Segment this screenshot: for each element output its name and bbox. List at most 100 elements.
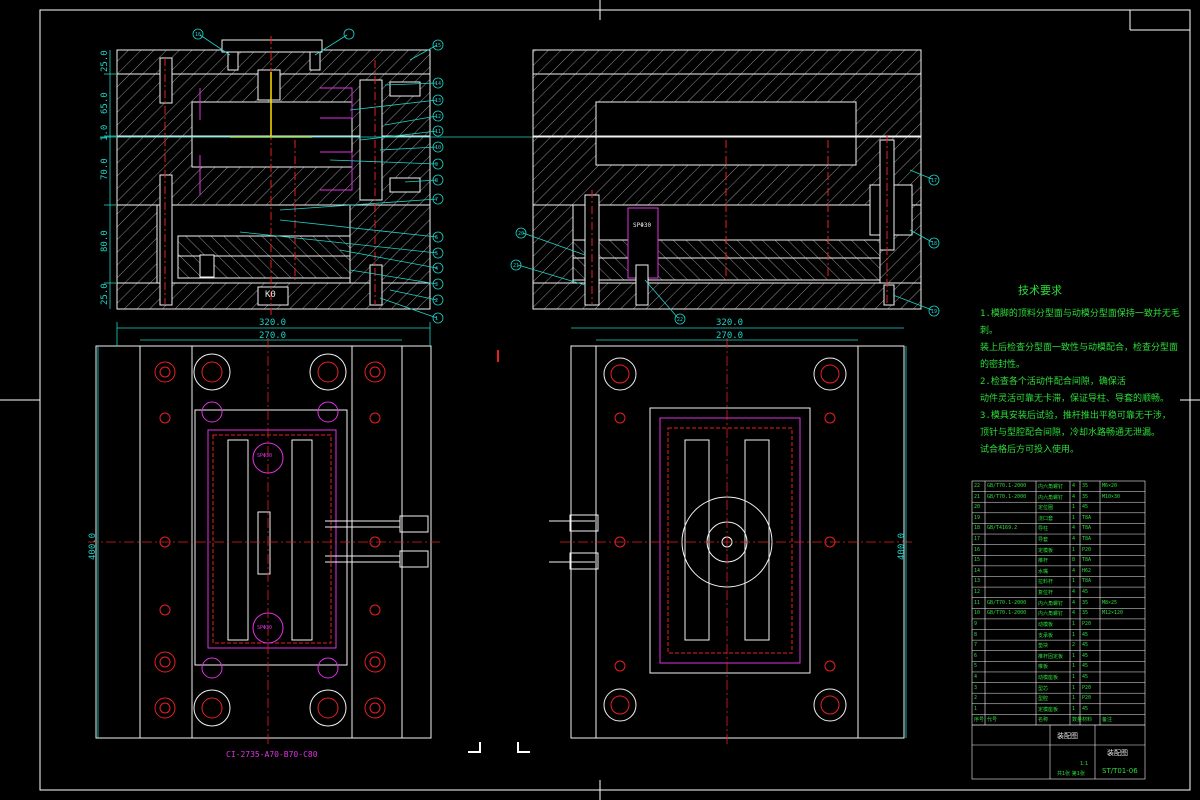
bom-cell-name: 型芯 — [1038, 685, 1049, 692]
balloon-number: 10 — [435, 145, 442, 151]
bom-cell-note: M8×25 — [1102, 599, 1118, 606]
bom-cell-name: 定模板 — [1038, 547, 1054, 554]
bom-row: 11 GB/T70.1-2000 内六角螺钉 4 35 M8×25 — [972, 598, 1145, 609]
balloon-number: 16 — [195, 32, 202, 38]
bom-cell-mat: 45 — [1082, 631, 1089, 638]
bom-cell-no: 15 — [974, 557, 981, 564]
bom-cell-qty: 2 — [1072, 642, 1076, 649]
bom-cell-mat: P20 — [1082, 695, 1092, 702]
bom-cell-no: 9 — [974, 620, 978, 627]
balloon-number: 9 — [435, 162, 439, 168]
bom-cell-no: 序号 — [974, 717, 985, 724]
bom-row: 12 复位杆 4 45 — [972, 587, 1145, 598]
bom-cell-no: 11 — [974, 599, 981, 606]
bom-cell-mat: T8A — [1082, 525, 1092, 532]
bom-cell-name: 动模板 — [1038, 621, 1054, 628]
title-block-name-right: 装配图 — [1107, 749, 1128, 757]
bom-cell-name: 推板 — [1038, 664, 1049, 671]
title-block: 装配图 装配图 ST/T01-06 1:1 共1张 第1张 — [972, 725, 1145, 780]
bom-row: 21 GB/T70.1-2000 内六角螺钉 4 35 M10×30 — [972, 492, 1145, 503]
bom-row: 2 型腔 1 P20 — [972, 693, 1145, 704]
balloon-number: 8 — [435, 178, 439, 184]
bom-cell-no: 16 — [974, 546, 981, 553]
bom-cell-mat: T8A — [1082, 514, 1092, 521]
bom-row: 3 型芯 1 P20 — [972, 683, 1145, 694]
bom-cell-no: 17 — [974, 536, 981, 543]
bom-cell-qty: 4 — [1072, 525, 1076, 532]
balloon-number: 12 — [435, 114, 442, 120]
dim-sec-1: 25.0 — [100, 50, 110, 72]
bom-cell-name: 浇口套 — [1038, 515, 1054, 522]
bom-cell-mat: H62 — [1082, 567, 1092, 574]
bom-cell-mat: P20 — [1082, 620, 1092, 627]
dim-sec-5: 80.0 — [100, 230, 110, 252]
bom-row: 5 推板 1 45 — [972, 661, 1145, 672]
bom-cell-name: 名称 — [1038, 717, 1049, 724]
bom-cell-qty: 4 — [1072, 589, 1076, 596]
bom-row: 19 浇口套 1 T8A — [972, 513, 1145, 524]
bom-cell-qty: 1 — [1072, 504, 1076, 511]
bom-cell-name: 内六角螺钉 — [1038, 611, 1064, 618]
bom-cell-no: 5 — [974, 663, 978, 670]
title-block-drawing-no: ST/T01-06 — [1102, 767, 1138, 775]
bom-cell-name: 复位杆 — [1038, 590, 1054, 597]
bom-cell-name: 推杆固定板 — [1038, 653, 1064, 660]
bom-cell-code: GB/T70.1-2000 — [987, 493, 1027, 500]
spacer-block-left — [116, 204, 158, 284]
bom-row: 13 拉料杆 1 T8A — [972, 576, 1145, 587]
left-plan-dims — [97, 322, 431, 738]
bom-cell-name: 导柱 — [1038, 526, 1049, 533]
bom-cell-name: 型腔 — [1038, 696, 1049, 703]
dim-sec-3: 1.0 — [100, 124, 110, 141]
bom-cell-mat: 35 — [1082, 610, 1089, 617]
bom-row: 15 推杆 8 T8A — [972, 555, 1145, 566]
bom-cell-name: 推杆 — [1038, 558, 1049, 565]
technical-requirements: 技术要求 1.模脚的顶料分型面与动模分型面保持一致并无毛刺。 装上后检查分型面一… — [980, 282, 1180, 459]
bom-cell-qty: 1 — [1072, 546, 1076, 553]
bom-cell-no: 20 — [974, 504, 981, 511]
bom-cell-qty: 1 — [1072, 514, 1076, 521]
bom-cell-mat: T8A — [1082, 557, 1092, 564]
balloon-number: 14 — [435, 81, 442, 87]
bom-cell-note: M12×120 — [1102, 610, 1124, 617]
bom-cell-name: 水嘴 — [1038, 568, 1049, 575]
bom-cell-qty: 1 — [1072, 673, 1076, 680]
bom-cell-mat: 45 — [1082, 642, 1089, 649]
bom-cell-qty: 1 — [1072, 652, 1076, 659]
bom-cell-mat: 材料 — [1082, 717, 1093, 724]
bom-cell-name: 支承板 — [1038, 632, 1054, 639]
bom-cell-no: 12 — [974, 589, 981, 596]
tech-line-6: 顶针与型腔配合间隙，冷却水路畅通无泄漏。 — [980, 428, 1161, 438]
bom-cell-name: 定模座板 — [1038, 706, 1059, 713]
bom-cell-mat: 35 — [1082, 599, 1089, 606]
bom-cell-name: 内六角螺钉 — [1038, 600, 1064, 607]
bom-cell-no: 4 — [974, 673, 978, 680]
bom-cell-name: 垫块 — [1038, 643, 1049, 650]
bom-cell-code: GB/T4169.2 — [987, 525, 1018, 532]
bom-cell-name: 导套 — [1038, 537, 1049, 544]
bom-cell-qty: 1 — [1072, 631, 1076, 638]
bom-cell-qty: 1 — [1072, 620, 1076, 627]
bom-row: 序号 代号 名称 数量 材料 备注 — [972, 714, 1145, 725]
bom-row: 10 GB/T70.1-2000 内六角螺钉 4 35 M12×120 — [972, 608, 1145, 619]
bom-row: 22 GB/T70.1-2000 内六角螺钉 4 35 M6×20 — [972, 481, 1145, 492]
tech-line-2: 装上后检查分型面一致性与动模配合，检查分型面的密封性。 — [980, 343, 1179, 370]
sp-label-section: SPΦ30 — [633, 222, 652, 229]
bom-cell-no: 1 — [974, 705, 978, 712]
bom-cell-name: 动模座板 — [1038, 674, 1059, 681]
balloon-number: 3 — [435, 282, 439, 288]
dim-right-width-inner: 270.0 — [716, 331, 744, 341]
bom-cell-mat: T8A — [1082, 578, 1092, 585]
bom-cell-mat: P20 — [1082, 684, 1092, 691]
bom-row: 7 垫块 2 45 — [972, 640, 1145, 651]
tech-line-5: 3.模具安装后试验，推杆推出平稳可靠无干涉， — [980, 411, 1171, 421]
left-section-view — [116, 39, 431, 310]
tech-line-4: 动件灵活可靠无卡滞，保证导柱、导套的顺畅。 — [980, 394, 1170, 404]
balloon-number: 15 — [435, 43, 442, 49]
balloon-number: 20 — [518, 231, 525, 237]
spacer-block-right — [349, 204, 431, 284]
bom-row: 4 动模座板 1 45 — [972, 672, 1145, 683]
bom-cell-code: GB/T70.1-2000 — [987, 610, 1027, 617]
right-section-view — [532, 49, 922, 310]
right-plan-centerlines — [560, 338, 915, 746]
